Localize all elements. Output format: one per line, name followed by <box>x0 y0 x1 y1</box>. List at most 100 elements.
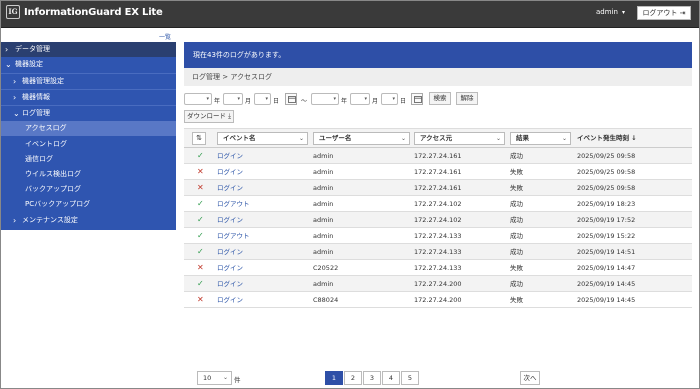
page-button-1[interactable]: 1 <box>325 371 343 385</box>
chevron-down-icon: ⌄ <box>495 135 501 142</box>
logo-mark-icon: IG <box>6 5 20 19</box>
time-cell: 2025/09/25 09:58 <box>577 184 636 192</box>
app-logo[interactable]: IG InformationGuard EX Lite <box>6 5 163 19</box>
event-link[interactable]: ログイン <box>217 164 243 180</box>
chevron-right-icon: › <box>13 93 17 102</box>
page-button-3[interactable]: 3 <box>363 371 381 385</box>
sidebar-item-backup-log[interactable]: バックアップログ <box>0 182 176 197</box>
from-year-select[interactable]: ▾ <box>184 93 212 105</box>
result-cell: 失敗 <box>510 264 523 272</box>
source-cell: 172.27.24.161 <box>414 152 462 160</box>
user-cell: admin <box>313 200 334 208</box>
chevron-right-icon: › <box>5 45 9 54</box>
event-link[interactable]: ログイン <box>217 260 243 276</box>
event-link[interactable]: ログアウト <box>217 196 250 212</box>
next-page-button[interactable]: 次へ <box>520 371 540 385</box>
user-menu[interactable]: admin ▾ <box>596 8 625 16</box>
calendar-icon[interactable] <box>411 93 423 105</box>
failure-cross-icon: ✕ <box>197 183 204 192</box>
from-month-select[interactable]: ▾ <box>223 93 243 105</box>
success-check-icon: ✓ <box>197 279 204 288</box>
event-header: イベント名 <box>223 134 256 142</box>
time-cell: 2025/09/19 14:51 <box>577 248 636 256</box>
event-link[interactable]: ログイン <box>217 212 243 228</box>
sidebar-item-virus-log[interactable]: ウイルス検出ログ <box>0 167 176 182</box>
list-link[interactable]: 一覧 <box>159 32 171 41</box>
from-day-select[interactable]: ▾ <box>254 93 271 105</box>
sidebar-item-device-info[interactable]: › 機器情報 <box>0 90 176 105</box>
sort-toggle-icon[interactable]: ⇅ <box>192 132 206 145</box>
search-button[interactable]: 検索 <box>429 92 451 105</box>
day-label: 日 <box>400 98 407 105</box>
to-month-select[interactable]: ▾ <box>350 93 370 105</box>
chevron-down-icon: ⌄ <box>222 374 228 381</box>
page-button-5[interactable]: 5 <box>401 371 419 385</box>
chevron-down-icon: ▾ <box>333 96 336 102</box>
time-sort-header[interactable]: イベント発生時刻 ↓ <box>577 132 637 145</box>
result-cell: 成功 <box>510 216 523 224</box>
page-button-2[interactable]: 2 <box>344 371 362 385</box>
failure-cross-icon: ✕ <box>197 167 204 176</box>
result-filter-select[interactable]: 結果 ⌄ <box>510 132 571 145</box>
log-count-banner: 現在43件のログがあります。 <box>184 42 692 68</box>
clear-button[interactable]: 解除 <box>456 92 478 105</box>
sidebar-item-device-settings[interactable]: ⌄ 機器設定 <box>0 57 176 72</box>
user-cell: admin <box>313 248 334 256</box>
sidebar-item-event-log[interactable]: イベントログ <box>0 137 176 152</box>
sidebar-item-label: 通信ログ <box>25 155 53 163</box>
day-label: 日 <box>273 98 280 105</box>
table-row: ✕ ログイン admin 172.27.24.161 失敗 2025/09/25… <box>184 180 692 196</box>
source-cell: 172.27.24.133 <box>414 248 462 256</box>
source-cell: 172.27.24.133 <box>414 232 462 240</box>
failure-cross-icon: ✕ <box>197 295 204 304</box>
chevron-down-icon: ⌄ <box>13 109 20 118</box>
source-cell: 172.27.24.200 <box>414 296 462 304</box>
time-cell: 2025/09/25 09:58 <box>577 168 636 176</box>
page-size-select[interactable]: 10 ⌄ <box>197 371 232 385</box>
to-year-select[interactable]: ▾ <box>311 93 339 105</box>
sidebar-item-label: アクセスログ <box>25 124 67 132</box>
sidebar-item-data-management[interactable]: › データ管理 <box>0 42 176 57</box>
sidebar-item-label: バックアップログ <box>25 185 81 193</box>
page-button-4[interactable]: 4 <box>382 371 400 385</box>
event-link[interactable]: ログイン <box>217 148 243 164</box>
event-link[interactable]: ログイン <box>217 180 243 196</box>
user-name: admin <box>596 8 618 16</box>
sidebar-item-label: 機器設定 <box>15 60 43 68</box>
logout-icon: ⇥ <box>679 9 686 17</box>
time-cell: 2025/09/19 17:52 <box>577 216 636 224</box>
user-filter-select[interactable]: ユーザー名 ⌄ <box>313 132 410 145</box>
sidebar-item-communication-log[interactable]: 通信ログ <box>0 152 176 167</box>
table-row: ✓ ログイン admin 172.27.24.133 成功 2025/09/19… <box>184 244 692 260</box>
sidebar-item-access-log[interactable]: アクセスログ <box>0 121 176 136</box>
event-link[interactable]: ログイン <box>217 244 243 260</box>
sidebar-item-maintenance[interactable]: › メンテナンス設定 <box>0 213 176 228</box>
success-check-icon: ✓ <box>197 215 204 224</box>
app-title: InformationGuard EX Lite <box>24 6 163 18</box>
event-link[interactable]: ログイン <box>217 276 243 292</box>
source-filter-select[interactable]: アクセス元 ⌄ <box>414 132 505 145</box>
sidebar-item-device-management[interactable]: › 機器管理設定 <box>0 74 176 89</box>
user-cell: admin <box>313 216 334 224</box>
event-link[interactable]: ログアウト <box>217 228 250 244</box>
table-row: ✓ ログアウト admin 172.27.24.102 成功 2025/09/1… <box>184 196 692 212</box>
sidebar-item-log-management[interactable]: ⌄ ログ管理 <box>0 106 176 121</box>
user-cell: admin <box>313 280 334 288</box>
time-cell: 2025/09/25 09:58 <box>577 152 636 160</box>
breadcrumb: ログ管理 > アクセスログ <box>184 68 692 86</box>
chevron-down-icon: ▾ <box>265 96 268 102</box>
event-filter-select[interactable]: イベント名 ⌄ <box>217 132 308 145</box>
logout-button[interactable]: ログアウト ⇥ <box>637 6 691 20</box>
result-cell: 失敗 <box>510 184 523 192</box>
sidebar-item-pc-backup-log[interactable]: PCバックアップログ <box>0 197 176 212</box>
event-link[interactable]: ログイン <box>217 292 243 308</box>
result-cell: 成功 <box>510 200 523 208</box>
sidebar-item-label: イベントログ <box>25 140 67 148</box>
month-label: 月 <box>245 98 252 105</box>
user-cell: C20522 <box>313 264 339 272</box>
to-day-select[interactable]: ▾ <box>381 93 398 105</box>
source-cell: 172.27.24.102 <box>414 216 462 224</box>
download-button[interactable]: ダウンロード ⤓ <box>184 110 234 123</box>
table-row: ✓ ログイン admin 172.27.24.161 成功 2025/09/25… <box>184 148 692 164</box>
calendar-icon[interactable] <box>285 93 297 105</box>
